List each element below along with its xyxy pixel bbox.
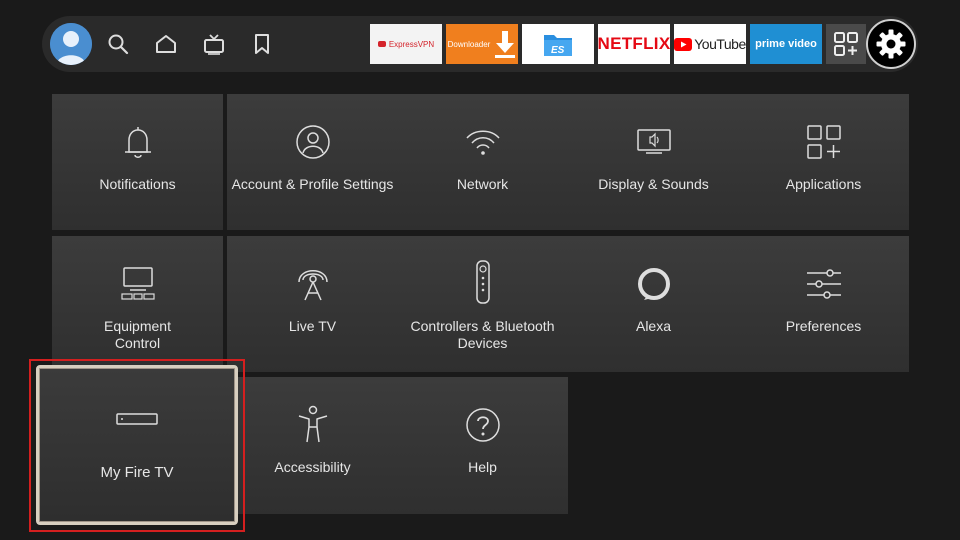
remote-control-icon [475, 260, 490, 304]
settings-tile-label: Equipment Control [104, 318, 171, 351]
tv-equipment-icon [120, 267, 155, 300]
youtube-app-tile[interactable]: YouTube [674, 24, 746, 64]
expressvpn-logo-icon [377, 41, 386, 47]
settings-tile-equipment-control[interactable]: Equipment Control [52, 236, 223, 372]
youtube-label: YouTube [694, 36, 746, 52]
alexa-icon [637, 268, 670, 300]
settings-tile-preferences[interactable]: Preferences [738, 236, 909, 372]
es-file-explorer-app-tile[interactable]: ES [522, 24, 594, 64]
fire-tv-stick-icon [116, 413, 158, 425]
top-navigation-bar: ExpressVPN Downloader ES NETFLIX YouTube… [42, 16, 918, 72]
antenna-icon [297, 270, 328, 301]
live-tv-icon[interactable] [202, 32, 226, 56]
apps-grid-icon [806, 125, 841, 159]
es-label: ES [551, 45, 565, 56]
netflix-app-tile[interactable]: NETFLIX [598, 24, 670, 64]
youtube-play-icon [674, 37, 693, 51]
user-icon [50, 23, 92, 65]
settings-tile-label: Alexa [635, 318, 672, 334]
settings-tile-label: My Fire TV [100, 464, 174, 481]
settings-tile-label: Network [456, 176, 509, 192]
settings-tile-accessibility[interactable]: Accessibility [227, 377, 398, 514]
settings-tile-label: Applications [785, 176, 862, 192]
settings-tile-display-sounds[interactable]: Display & Sounds [568, 94, 739, 230]
settings-tile-controllers-bluetooth[interactable]: Controllers & Bluetooth Devices [397, 236, 568, 372]
help-question-icon [465, 408, 500, 442]
settings-tile-applications[interactable]: Applications [738, 94, 909, 230]
expressvpn-label: ExpressVPN [388, 39, 435, 49]
settings-tile-label: Display & Sounds [598, 176, 709, 192]
downloader-label: Downloader [447, 39, 491, 49]
settings-tile-notifications[interactable]: Notifications [52, 94, 223, 230]
settings-tile-label: Help [468, 459, 497, 475]
search-icon[interactable] [106, 32, 130, 56]
bell-icon [124, 127, 151, 158]
monitor-speaker-icon [636, 129, 671, 154]
accessibility-person-icon [298, 405, 327, 443]
settings-tile-label: Live TV [288, 318, 337, 334]
profile-avatar[interactable] [50, 23, 92, 65]
sliders-icon [806, 269, 841, 299]
settings-tile-label: Preferences [785, 318, 862, 334]
expressvpn-app-tile[interactable]: ExpressVPN [370, 24, 442, 64]
prime-video-app-tile[interactable]: prime video [750, 24, 822, 64]
home-icon[interactable] [154, 32, 178, 56]
folder-icon: ES [544, 35, 572, 56]
settings-tile-network[interactable]: Network [397, 94, 568, 230]
settings-tile-live-tv[interactable]: Live TV [227, 236, 398, 372]
settings-gear-button[interactable] [866, 19, 916, 69]
settings-tile-label: Notifications [99, 176, 176, 192]
settings-tile-help[interactable]: Help [397, 377, 568, 514]
prime-video-label: prime video [755, 38, 817, 50]
wifi-icon [465, 130, 500, 155]
settings-tile-alexa[interactable]: Alexa [568, 236, 739, 372]
netflix-label: NETFLIX [598, 34, 670, 53]
all-apps-tile[interactable] [826, 24, 866, 64]
profile-icon [295, 125, 330, 159]
apps-grid-icon [834, 32, 858, 56]
download-arrow-icon [495, 31, 516, 58]
settings-tile-my-fire-tv[interactable]: My Fire TV [36, 365, 238, 525]
settings-tile-account-profile[interactable]: Account & Profile Settings [227, 94, 398, 230]
bookmark-icon[interactable] [250, 32, 274, 56]
downloader-app-tile[interactable]: Downloader [446, 24, 518, 64]
settings-tile-label: Accessibility [274, 459, 351, 475]
gear-icon [876, 29, 906, 59]
settings-tile-label: Account & Profile Settings [231, 176, 394, 192]
settings-tile-label: Controllers & Bluetooth Devices [410, 318, 555, 351]
